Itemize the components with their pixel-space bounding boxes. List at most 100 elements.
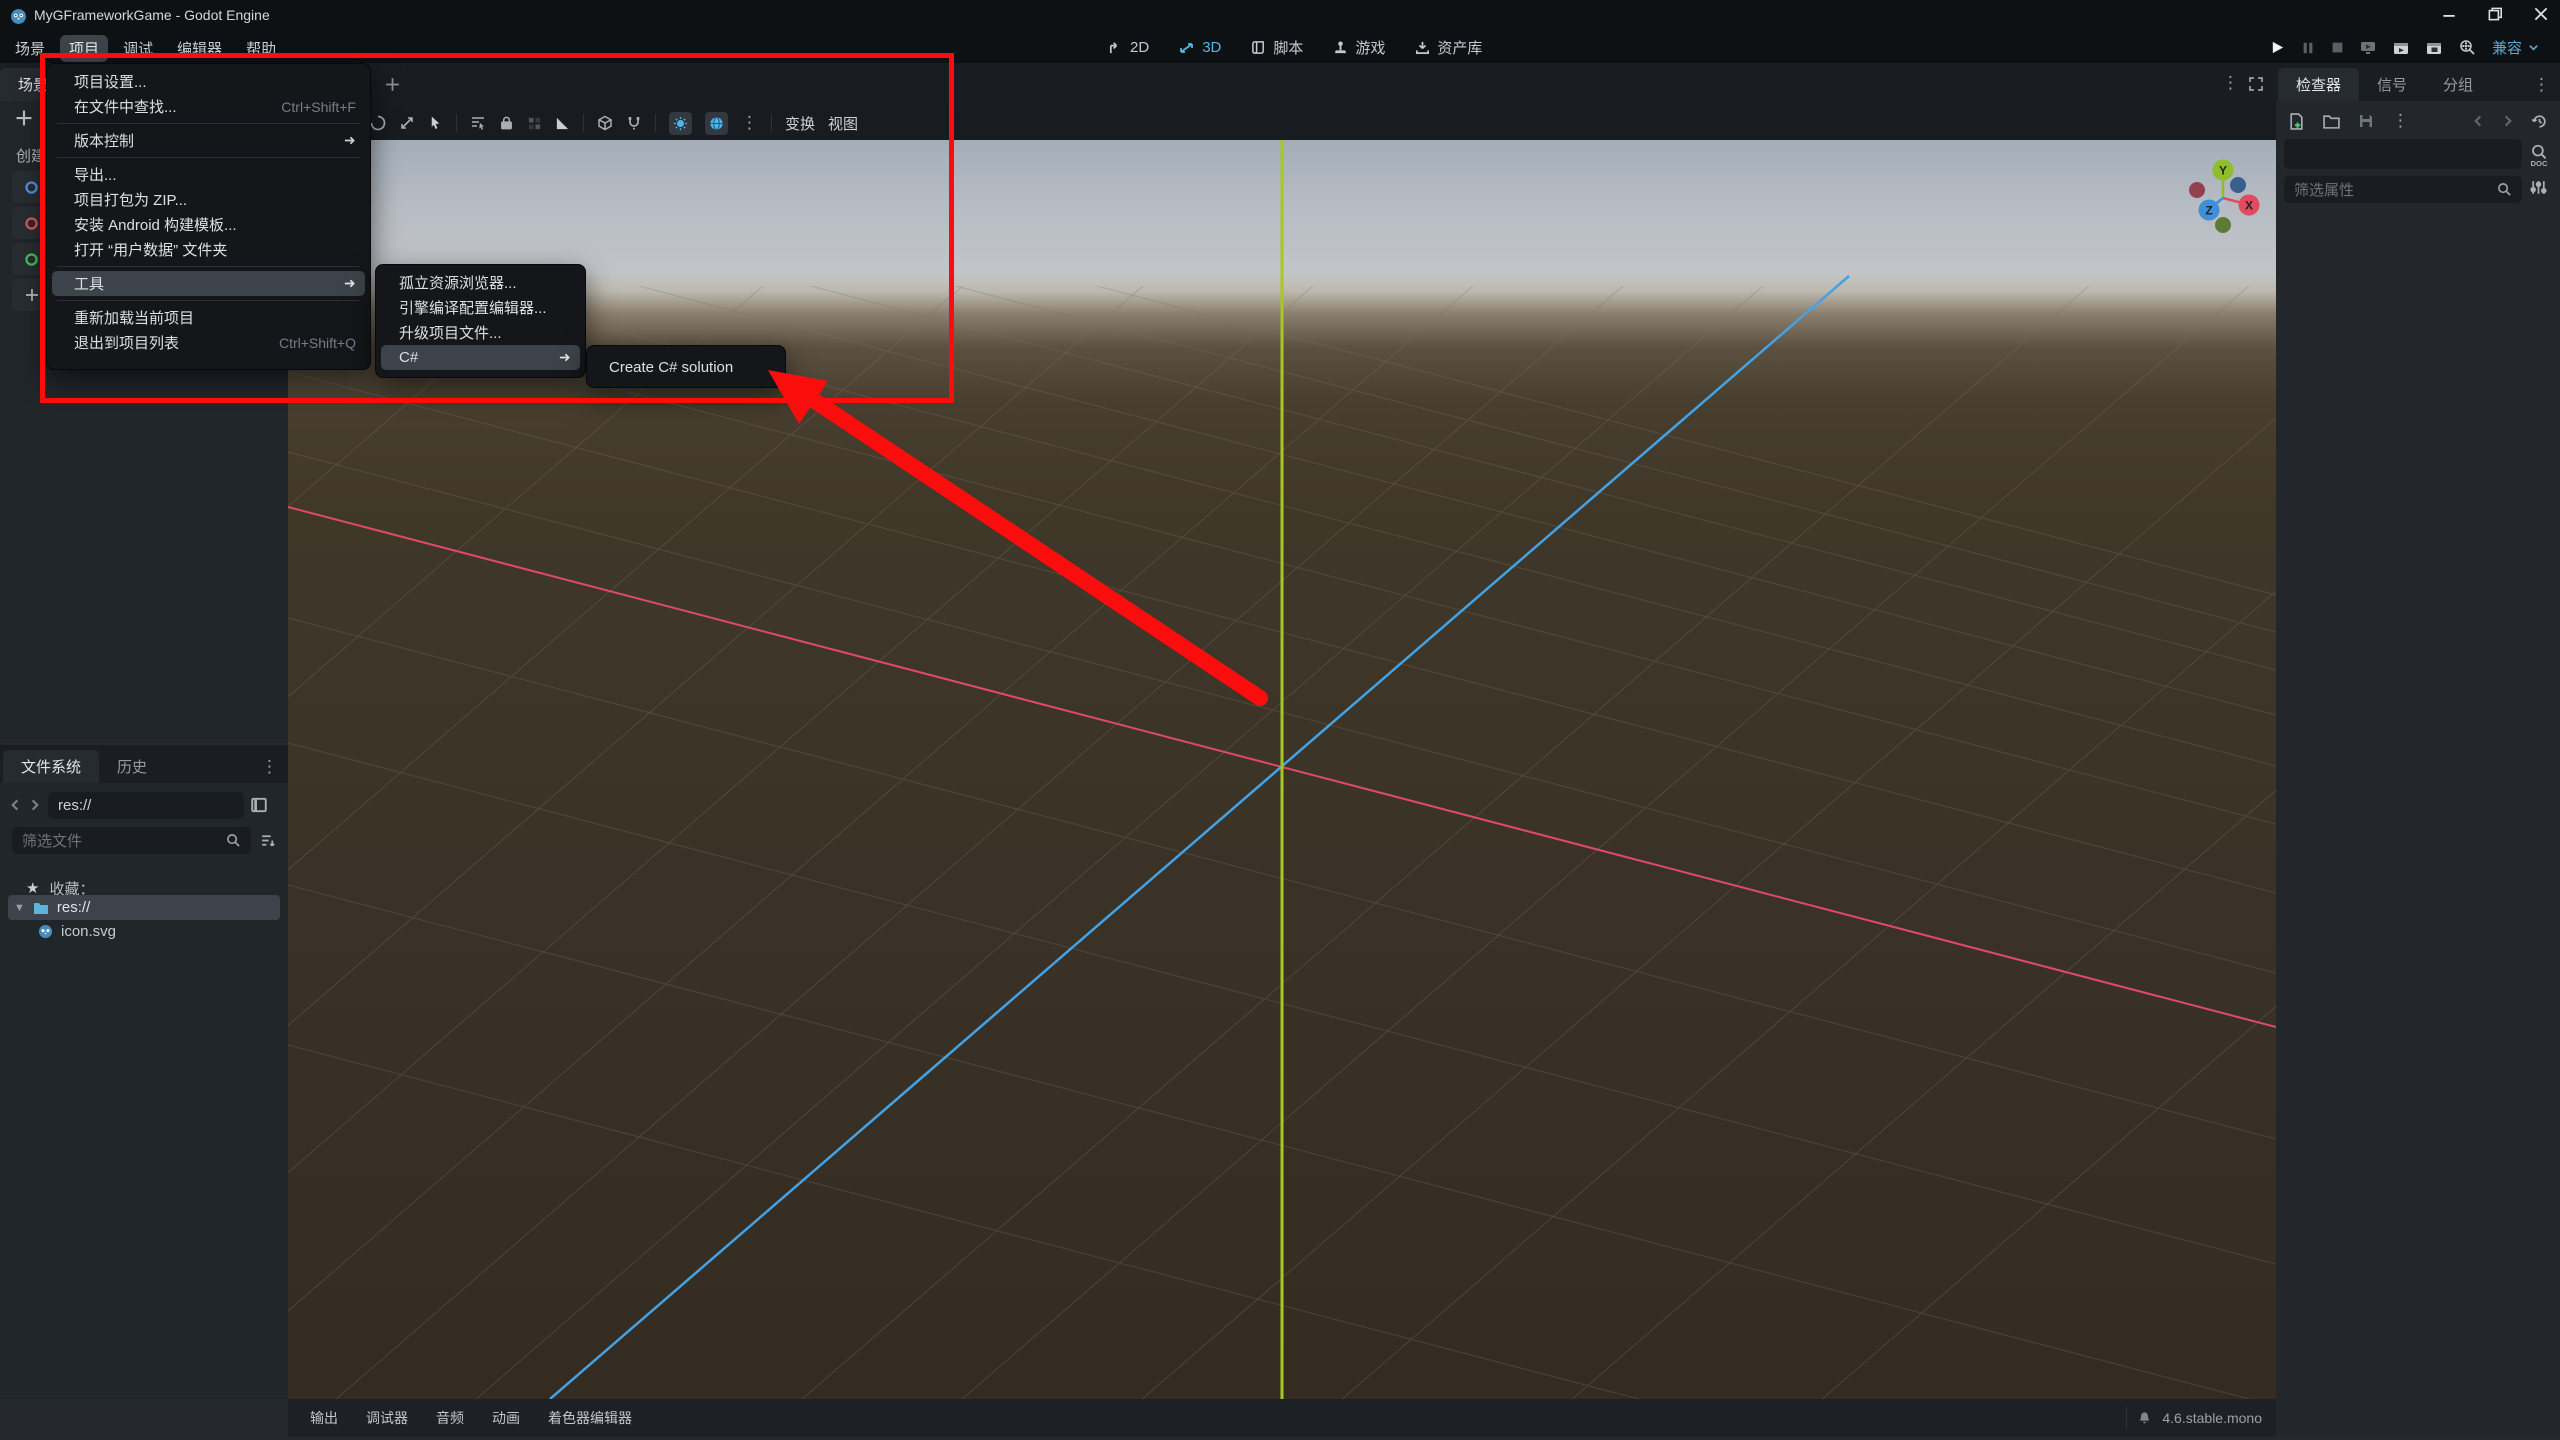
- tree-item-file[interactable]: icon.svg: [38, 923, 116, 940]
- select-tool-icon[interactable]: [428, 115, 443, 131]
- menu-item-tools[interactable]: 工具: [52, 271, 365, 296]
- nav-forward-icon[interactable]: [28, 798, 42, 812]
- game-icon: [1335, 41, 1347, 54]
- ruler-icon[interactable]: [555, 116, 570, 131]
- filter-properties-input[interactable]: 筛选属性: [2284, 176, 2522, 203]
- menu-help[interactable]: 帮助: [237, 35, 285, 62]
- play-remote-button[interactable]: [2360, 40, 2377, 56]
- list-select-icon[interactable]: [470, 115, 486, 131]
- workspace-assetlib-button[interactable]: 资产库: [1407, 35, 1490, 60]
- tab-signals[interactable]: 信号: [2359, 68, 2425, 101]
- movie-maker-button[interactable]: [2459, 39, 2476, 56]
- workspace-2d-button[interactable]: 2D: [1100, 37, 1157, 58]
- new-scene-tab-button[interactable]: [384, 76, 401, 93]
- add-node-button[interactable]: [14, 108, 34, 128]
- dock-options-icon[interactable]: ⋮: [261, 757, 278, 777]
- bottom-tab-output[interactable]: 输出: [300, 1404, 348, 1432]
- menu-item-create-csharp-solution[interactable]: Create C# solution: [587, 355, 785, 379]
- rotate-tool-icon[interactable]: [370, 115, 386, 131]
- menu-item-version-control[interactable]: 版本控制: [47, 128, 370, 153]
- object-history-icon[interactable]: [2531, 113, 2548, 130]
- scene-tab-strip: ⋮: [288, 63, 2276, 107]
- search-icon: [2498, 183, 2511, 196]
- menu-item-project-settings[interactable]: 项目设置...: [47, 69, 370, 94]
- svg-text:Y: Y: [2219, 164, 2227, 178]
- transform-menu[interactable]: 变换: [785, 113, 815, 134]
- tab-groups[interactable]: 分组: [2425, 68, 2491, 101]
- renderer-dropdown[interactable]: 兼容: [2492, 37, 2539, 58]
- restore-button[interactable]: [2486, 5, 2504, 23]
- menu-item-find-in-files[interactable]: 在文件中查找... Ctrl+Shift+F: [47, 94, 370, 119]
- play-button[interactable]: [2270, 40, 2285, 55]
- workspace-script-button[interactable]: 脚本: [1243, 35, 1311, 60]
- viewport-3d[interactable]: Y X Z: [288, 140, 2276, 1399]
- viewport-toolbar: ⋮ 变换 视图: [288, 106, 2276, 140]
- title-bar: MyGFrameworkGame - Godot Engine: [0, 0, 2560, 33]
- workspace-3d-button[interactable]: 3D: [1171, 37, 1229, 58]
- menu-debug[interactable]: 调试: [114, 35, 162, 62]
- dock-options-icon[interactable]: ⋮: [2533, 75, 2550, 95]
- filter-options-icon[interactable]: [2530, 179, 2547, 196]
- workspace-game-button[interactable]: 游戏: [1325, 35, 1393, 60]
- tab-filesystem[interactable]: 文件系统: [3, 750, 100, 783]
- minimize-button[interactable]: [2440, 6, 2458, 24]
- camera-preview-icon[interactable]: [597, 115, 613, 131]
- stop-button[interactable]: [2331, 41, 2344, 54]
- menu-item-pack-zip[interactable]: 项目打包为 ZIP...: [47, 187, 370, 212]
- filter-files-input[interactable]: 筛选文件: [12, 826, 251, 854]
- menu-item-open-user-data-folder[interactable]: 打开 “用户数据” 文件夹: [47, 237, 370, 262]
- menu-item-csharp[interactable]: C#: [381, 345, 580, 370]
- history-back-icon[interactable]: [2471, 114, 2485, 128]
- path-field[interactable]: res://: [48, 791, 244, 819]
- snap-icon[interactable]: [626, 115, 642, 131]
- tree-item-root[interactable]: ▼ res://: [8, 895, 280, 920]
- menu-editor[interactable]: 编辑器: [168, 35, 231, 62]
- open-docs-icon[interactable]: DOC: [2528, 143, 2550, 167]
- menu-item-quit-to-project-list[interactable]: 退出到项目列表 Ctrl+Shift+Q: [47, 330, 370, 355]
- load-resource-icon[interactable]: [2323, 114, 2340, 129]
- axis-gizmo[interactable]: Y X Z: [2180, 155, 2276, 245]
- csharp-submenu-popup: Create C# solution: [586, 345, 786, 388]
- bottom-tab-debugger[interactable]: 调试器: [356, 1404, 418, 1432]
- pause-button[interactable]: [2301, 41, 2315, 55]
- assetlib-icon: [1416, 41, 1430, 54]
- expand-viewport-icon[interactable]: [2248, 76, 2264, 92]
- view-menu[interactable]: 视图: [828, 113, 858, 134]
- menu-item-export[interactable]: 导出...: [47, 162, 370, 187]
- sort-files-icon[interactable]: [259, 832, 276, 849]
- inspector-tabbar: 检查器 信号 分组 ⋮: [2276, 63, 2560, 101]
- lock-icon[interactable]: [499, 115, 514, 131]
- menu-item-reload-project[interactable]: 重新加载当前项目: [47, 305, 370, 330]
- play-scene-button[interactable]: [2393, 40, 2410, 56]
- notification-bell-icon[interactable]: [2137, 1411, 2152, 1426]
- save-resource-icon[interactable]: [2358, 113, 2374, 129]
- submenu-arrow-icon: [559, 353, 570, 362]
- nav-back-icon[interactable]: [8, 798, 22, 812]
- new-resource-icon[interactable]: [2288, 112, 2305, 130]
- bottom-tab-shader-editor[interactable]: 着色器编辑器: [538, 1404, 642, 1432]
- preview-environment-toggle[interactable]: [705, 111, 728, 135]
- group-icon[interactable]: [527, 116, 542, 131]
- menu-project[interactable]: 项目: [60, 35, 109, 62]
- tab-inspector[interactable]: 检查器: [2278, 68, 2360, 101]
- scale-tool-icon[interactable]: [399, 115, 415, 131]
- chevron-expanded-icon[interactable]: ▼: [14, 902, 25, 914]
- sun-env-options-icon[interactable]: ⋮: [741, 113, 758, 133]
- bottom-tab-animation[interactable]: 动画: [482, 1404, 530, 1432]
- object-name-field[interactable]: [2284, 139, 2522, 169]
- history-forward-icon[interactable]: [2501, 114, 2515, 128]
- bottom-tab-audio[interactable]: 音频: [426, 1404, 474, 1432]
- menu-item-install-android-template[interactable]: 安装 Android 构建模板...: [47, 212, 370, 237]
- close-button[interactable]: [2532, 5, 2550, 23]
- preview-sun-toggle[interactable]: [669, 111, 692, 135]
- menu-scene[interactable]: 场景: [6, 35, 54, 62]
- menu-item-engine-compile-config[interactable]: 引擎编译配置编辑器...: [376, 295, 585, 320]
- resource-options-icon[interactable]: ⋮: [2392, 111, 2409, 131]
- menu-item-orphan-resource-explorer[interactable]: 孤立资源浏览器...: [376, 270, 585, 295]
- play-custom-scene-button[interactable]: [2426, 40, 2443, 56]
- tab-options-icon[interactable]: ⋮: [2222, 73, 2239, 93]
- menu-item-upgrade-project-files[interactable]: 升级项目文件...: [376, 320, 585, 345]
- split-view-icon[interactable]: [250, 796, 268, 814]
- gizmo-neg-y: [2215, 217, 2231, 233]
- tab-history[interactable]: 历史: [99, 750, 165, 783]
